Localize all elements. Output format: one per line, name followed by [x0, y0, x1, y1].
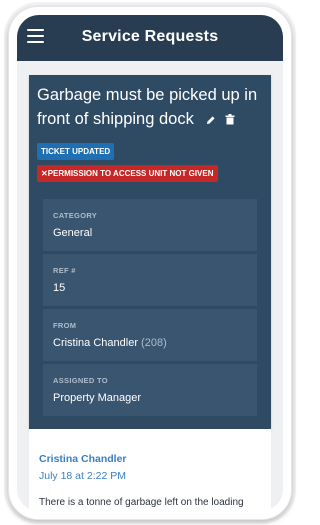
ticket-updated-badge: TICKET UPDATED: [37, 143, 115, 160]
comment-body: There is a tonne of garbage left on the …: [39, 497, 244, 508]
field-from: FROM Cristina Chandler (208): [43, 309, 257, 361]
app-title: Service Requests: [81, 28, 219, 45]
from-unit: (208): [141, 337, 167, 349]
ref-label: REF #: [53, 266, 76, 275]
phone-screen: Service Requests Garbage must be picked …: [17, 15, 283, 511]
assigned-value: Property Manager: [53, 392, 142, 404]
ticket-fields: CATEGORY General REF # 15 FROM Cristina …: [43, 199, 257, 419]
ticket-title-row: Garbage must be picked up in front of sh…: [37, 83, 265, 132]
field-ref: REF # 15: [43, 254, 257, 306]
comment-card: Cristina Chandler July 18 at 2:22 PM The…: [29, 429, 271, 511]
ref-value: 15: [53, 282, 66, 294]
assigned-label: ASSIGNED TO: [53, 376, 108, 385]
permission-badge-text: PERMISSION TO ACCESS UNIT NOT GIVEN: [47, 169, 214, 178]
permission-badge: ✕PERMISSION TO ACCESS UNIT NOT GIVEN: [37, 165, 218, 182]
category-label: CATEGORY: [53, 211, 98, 220]
from-label: FROM: [53, 321, 77, 330]
app-bar: Service Requests: [17, 15, 283, 61]
comment-date: July 18 at 2:22 PM: [39, 470, 126, 482]
field-assigned: ASSIGNED TO Property Manager: [43, 364, 257, 416]
ticket-card: Garbage must be picked up in front of sh…: [29, 75, 271, 429]
field-category: CATEGORY General: [43, 199, 257, 251]
category-value: General: [53, 227, 93, 239]
from-name: Cristina Chandler: [53, 337, 138, 349]
comment-author[interactable]: Cristina Chandler: [39, 453, 127, 465]
from-value: Cristina Chandler (208): [53, 337, 167, 349]
title-actions: [202, 107, 235, 132]
close-x-icon: ✕: [41, 169, 48, 178]
pencil-icon[interactable]: [206, 108, 216, 132]
trash-icon[interactable]: [225, 108, 235, 132]
content-area: Garbage must be picked up in front of sh…: [17, 61, 283, 511]
phone-frame: Service Requests Garbage must be picked …: [8, 6, 292, 520]
